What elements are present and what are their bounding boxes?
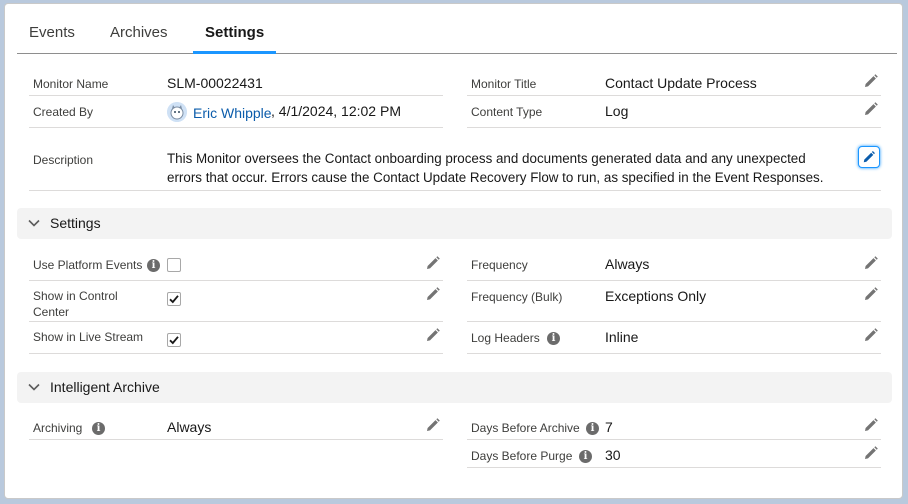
pencil-icon[interactable] [425, 255, 441, 271]
settings-section-header[interactable]: Settings [17, 208, 892, 239]
pencil-icon[interactable] [425, 327, 441, 343]
monitor-title-value: Contact Update Process [605, 75, 757, 91]
pencil-icon[interactable] [863, 73, 879, 89]
show-in-live-stream-checkbox[interactable] [167, 333, 181, 347]
pencil-icon[interactable] [425, 417, 441, 433]
info-icon[interactable]: i [147, 259, 160, 272]
show-in-control-center-field: Show in Control Center [29, 281, 443, 322]
pencil-icon[interactable] [425, 286, 441, 302]
frequency-field: Frequency Always [467, 250, 881, 281]
show-in-live-stream-label: Show in Live Stream [33, 330, 144, 344]
avatar[interactable] [167, 102, 187, 122]
pencil-icon[interactable] [863, 255, 879, 271]
info-icon[interactable]: i [92, 422, 105, 435]
archiving-label: Archiving [33, 421, 83, 435]
frequency-bulk-value: Exceptions Only [605, 288, 707, 304]
info-icon[interactable]: i [586, 422, 599, 435]
pencil-icon[interactable] [863, 286, 879, 302]
description-line-2: errors that occur. Errors cause the Cont… [167, 170, 824, 185]
checkmark-icon [169, 336, 179, 345]
use-platform-events-label: Use Platform Events [33, 258, 143, 272]
show-in-control-center-checkbox[interactable] [167, 292, 181, 306]
content-type-value: Log [605, 103, 629, 119]
use-platform-events-checkbox[interactable] [167, 258, 181, 272]
monitor-name-label: Monitor Name [33, 77, 109, 91]
monitor-name-value: SLM-00022431 [167, 75, 263, 91]
tab-bar: Events Archives Settings [17, 4, 897, 54]
monitor-title-field: Monitor Title Contact Update Process [467, 70, 881, 96]
log-headers-field: Log Headers i Inline [467, 322, 881, 354]
log-headers-label: Log Headers [471, 331, 540, 345]
chevron-down-icon [28, 383, 40, 391]
show-in-control-center-label-1: Show in Control [33, 289, 118, 303]
archiving-value: Always [167, 419, 212, 435]
use-platform-events-field: Use Platform Events i [29, 250, 443, 281]
pencil-icon[interactable] [863, 327, 879, 343]
log-headers-value: Inline [605, 329, 639, 345]
show-in-control-center-label-2: Center [33, 305, 70, 319]
settings-section-title: Settings [50, 215, 101, 231]
created-by-user-link[interactable]: Eric Whipple [193, 105, 272, 121]
checkmark-icon [169, 295, 179, 304]
content-type-label: Content Type [471, 105, 543, 119]
description-line-1: This Monitor oversees the Contact onboar… [167, 151, 806, 166]
pencil-icon[interactable] [863, 101, 879, 117]
user-avatar-icon [167, 102, 187, 122]
show-in-live-stream-field: Show in Live Stream [29, 322, 443, 354]
info-icon[interactable]: i [547, 332, 560, 345]
content-type-field: Content Type Log [467, 96, 881, 128]
intelligent-archive-section-header[interactable]: Intelligent Archive [17, 372, 892, 403]
chevron-down-icon [28, 219, 40, 227]
info-icon[interactable]: i [579, 450, 592, 463]
monitor-settings-panel: Events Archives Settings Monitor Name SL… [4, 3, 903, 499]
frequency-bulk-field: Frequency (Bulk) Exceptions Only [467, 281, 881, 322]
pencil-icon[interactable] [863, 417, 879, 433]
tab-archives[interactable]: Archives [110, 4, 168, 53]
created-by-field: Created By Eric Whipple , 4/1/2024, 12:0… [29, 96, 443, 128]
frequency-value: Always [605, 256, 650, 272]
tab-settings[interactable]: Settings [192, 4, 277, 54]
description-label: Description [33, 153, 94, 167]
created-by-label: Created By [33, 105, 94, 119]
frequency-bulk-label: Frequency (Bulk) [471, 290, 563, 304]
monitor-title-label: Monitor Title [471, 77, 537, 91]
pencil-icon [863, 151, 875, 163]
days-before-archive-label: Days Before Archive [471, 421, 580, 435]
description-edit-button[interactable] [858, 146, 880, 168]
archiving-field: Archiving i Always [29, 414, 443, 440]
created-by-date: , 4/1/2024, 12:02 PM [271, 103, 401, 119]
pencil-icon[interactable] [863, 445, 879, 461]
frequency-label: Frequency [471, 258, 528, 272]
days-before-archive-field: Days Before Archive i 7 [467, 414, 881, 440]
days-before-purge-field: Days Before Purge i 30 [467, 440, 881, 468]
days-before-purge-value: 30 [605, 447, 621, 463]
monitor-name-field: Monitor Name SLM-00022431 [29, 70, 443, 96]
days-before-purge-label: Days Before Purge [471, 449, 573, 463]
days-before-archive-value: 7 [605, 419, 613, 435]
description-field: Description This Monitor oversees the Co… [29, 142, 881, 191]
intelligent-archive-section-title: Intelligent Archive [50, 379, 160, 395]
tab-events[interactable]: Events [29, 4, 75, 53]
